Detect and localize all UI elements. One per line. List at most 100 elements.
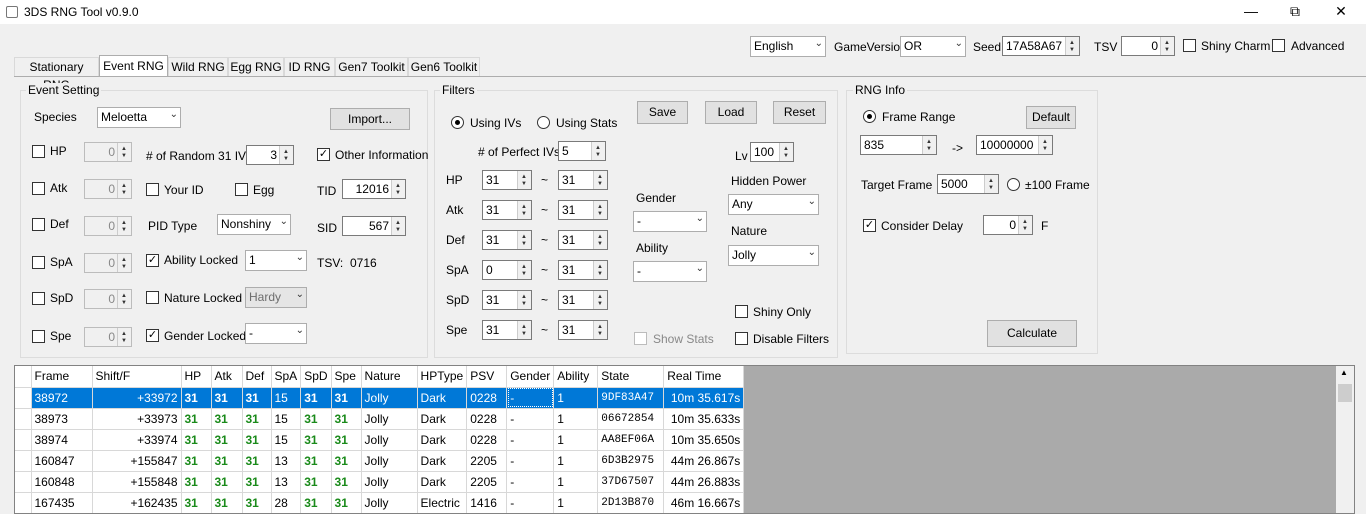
cell-def[interactable]: 31 [242,471,272,493]
cell-real-time[interactable]: 10m 35.617s [663,387,745,409]
cell-spd[interactable]: 31 [300,429,332,451]
delay-spinner[interactable]: 0 ▲ ▼ [983,215,1033,235]
cell-spd[interactable]: 31 [300,408,332,430]
minimize-icon[interactable]: — [1228,0,1274,24]
consider-delay-checkbox[interactable]: ✓ [863,219,876,232]
cell-state[interactable]: AA8EF06A [597,429,665,451]
cell-spa[interactable]: 13 [271,450,302,472]
scroll-up-icon[interactable]: ▲ [1340,368,1348,377]
spe-checkbox[interactable] [32,330,45,343]
language-select[interactable]: English ⌄ [750,36,826,57]
lv-spinner[interactable]: 100 ▲ ▼ [750,142,794,162]
table-row[interactable]: 160848 +155848 31 31 31 13 31 31 Jolly D… [15,471,745,493]
cell-atk[interactable]: 31 [211,471,243,493]
cell-hp[interactable]: 31 [181,429,212,451]
ability-locked-checkbox[interactable]: ✓ [146,254,159,267]
cell-psv[interactable]: 0228 [466,408,508,430]
cell-real-time[interactable]: 46m 16.667s [663,492,745,513]
cell-gender[interactable]: - [506,387,555,409]
cell-nature[interactable]: Jolly [361,429,418,451]
cell-state[interactable]: 37D67507 [597,471,665,493]
cell-psv[interactable]: 2205 [466,450,508,472]
cell-hptype[interactable]: Electric [417,492,468,513]
spinner-icon[interactable]: ▲ ▼ [1065,37,1079,55]
load-button[interactable]: Load [705,101,757,124]
cell-nature[interactable]: Jolly [361,387,418,409]
cell-spa[interactable]: 28 [271,492,302,513]
cell-hptype[interactable]: Dark [417,387,468,409]
cell-spd[interactable]: 31 [300,387,332,409]
cell-hp[interactable]: 31 [181,450,212,472]
cell-nature[interactable]: Jolly [361,450,418,472]
import-button[interactable]: Import... [330,108,410,130]
cell-def[interactable]: 31 [242,450,272,472]
cell-shift[interactable]: +155847 [92,450,182,472]
cell-spd[interactable]: 31 [300,471,332,493]
filter-hp-min[interactable]: 31 ▲ ▼ [482,170,532,190]
save-button[interactable]: Save [637,101,688,124]
spd-checkbox[interactable] [32,292,45,305]
tab-id-rng[interactable]: ID RNG [284,57,335,76]
filter-spe-min[interactable]: 31 ▲ ▼ [482,320,532,340]
spinner-icon[interactable]: ▲ ▼ [391,217,405,235]
cell-nature[interactable]: Jolly [361,408,418,430]
cell-hptype[interactable]: Dark [417,408,468,430]
using-stats-radio[interactable] [537,116,550,129]
spinner-icon[interactable]: ▲ ▼ [517,231,531,249]
spd-spinner[interactable]: 0 ▲ ▼ [84,289,132,309]
cell-spe[interactable]: 31 [331,450,362,472]
spinner-icon[interactable]: ▲ ▼ [391,180,405,198]
seed-input[interactable]: 17A58A67 ▲ ▼ [1002,36,1080,56]
cell-hptype[interactable]: Dark [417,471,468,493]
cell-shift[interactable]: +33973 [92,408,182,430]
spinner-icon[interactable]: ▲ ▼ [593,261,607,279]
col-header-hptype[interactable]: HPType [417,366,468,388]
def-checkbox[interactable] [32,218,45,231]
cell-ability[interactable]: 1 [553,387,599,409]
cell-hptype[interactable]: Dark [417,450,468,472]
perfect-ivs-spinner[interactable]: 5 ▲ ▼ [558,141,606,161]
col-header-atk[interactable]: Atk [211,366,243,388]
spa-spinner[interactable]: 0 ▲ ▼ [84,253,132,273]
tab-event-rng[interactable]: Event RNG [99,55,168,77]
spa-checkbox[interactable] [32,256,45,269]
spinner-icon[interactable]: ▲ ▼ [517,321,531,339]
col-header-spd[interactable]: SpD [300,366,332,388]
species-select[interactable]: Meloetta ⌄ [97,107,181,128]
table-row[interactable]: 160847 +155847 31 31 31 13 31 31 Jolly D… [15,450,745,472]
spinner-icon[interactable]: ▲ ▼ [922,136,936,154]
shiny-charm-checkbox[interactable] [1183,39,1196,52]
cell-def[interactable]: 31 [242,492,272,513]
default-button[interactable]: Default [1026,106,1076,129]
spinner-icon[interactable]: ▲ ▼ [1018,216,1032,234]
col-header-hp[interactable]: HP [181,366,212,388]
cell-shift[interactable]: +33972 [92,387,182,409]
row-header[interactable] [15,408,32,430]
spinner-icon[interactable]: ▲ ▼ [517,261,531,279]
scroll-thumb[interactable] [1338,384,1352,402]
spinner-icon[interactable]: ▲ ▼ [517,291,531,309]
spinner-icon[interactable]: ▲ ▼ [593,171,607,189]
cell-ability[interactable]: 1 [553,492,599,513]
hp-checkbox[interactable] [32,145,45,158]
cell-ability[interactable]: 1 [553,471,599,493]
col-header-shift[interactable]: Shift/F [92,366,182,388]
spinner-icon[interactable]: ▲ ▼ [593,321,607,339]
show-stats-checkbox[interactable] [634,332,647,345]
cell-frame[interactable]: 167435 [31,492,93,513]
cell-gender[interactable]: - [506,492,555,513]
random-ivs-spinner[interactable]: 3 ▲ ▼ [246,145,294,165]
other-info-checkbox[interactable]: ✓ [317,148,330,161]
table-row[interactable]: 167435 +162435 31 31 31 28 31 31 Jolly E… [15,492,745,513]
row-header[interactable] [15,471,32,493]
table-row[interactable]: 38972 +33972 31 31 31 15 31 31 Jolly Dar… [15,387,745,409]
cell-spe[interactable]: 31 [331,387,362,409]
spinner-icon[interactable]: ▲ ▼ [279,146,293,164]
spinner-icon[interactable]: ▲ ▼ [517,201,531,219]
close-icon[interactable]: ✕ [1318,0,1364,24]
spinner-icon[interactable]: ▲ ▼ [517,171,531,189]
cell-spa[interactable]: 13 [271,471,302,493]
row-header[interactable] [15,429,32,451]
spinner-icon[interactable]: ▲ ▼ [117,290,131,308]
spinner-icon[interactable]: ▲ ▼ [1038,136,1052,154]
